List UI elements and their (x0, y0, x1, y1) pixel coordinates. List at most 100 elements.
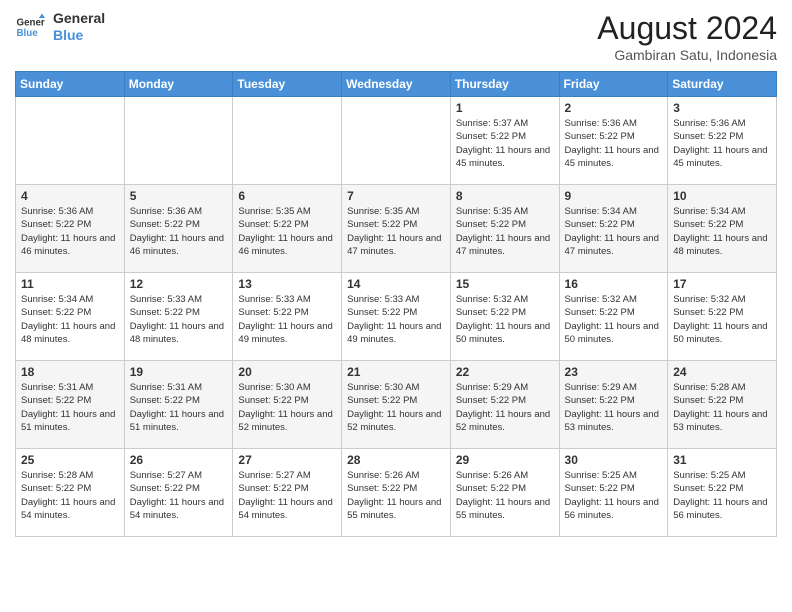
day-number: 17 (673, 277, 771, 291)
calendar-cell: 9Sunrise: 5:34 AM Sunset: 5:22 PM Daylig… (559, 185, 668, 273)
day-number: 9 (565, 189, 663, 203)
day-number: 21 (347, 365, 445, 379)
header-thursday: Thursday (450, 72, 559, 97)
calendar-cell: 25 Sunrise: 5:28 AM Sunset: 5:22 PM Dayli… (16, 449, 125, 537)
day-number: 7 (347, 189, 445, 203)
calendar-page: General Blue General Blue August 2024 Ga… (0, 0, 792, 612)
day-info: Sunrise: 5:25 AM Sunset: 5:22 PM Dayligh… (673, 469, 771, 522)
calendar-cell: 14 Sunrise: 5:33 AM Sunset: 5:22 PM Dayli… (342, 273, 451, 361)
day-number: 1 (456, 101, 554, 115)
calendar-cell: 2 Sunrise: 5:36 AM Sunset: 5:22 PM Daylig… (559, 97, 668, 185)
title-block: August 2024 Gambiran Satu, Indonesia (597, 10, 777, 63)
day-number: 4 (21, 189, 119, 203)
location-subtitle: Gambiran Satu, Indonesia (597, 47, 777, 63)
calendar-cell: 27 Sunrise: 5:27 AM Sunset: 5:22 PM Dayli… (233, 449, 342, 537)
calendar-cell (342, 97, 451, 185)
day-info: Sunrise: 5:35 AM Sunset: 5:22 PM Dayligh… (238, 205, 336, 258)
day-number: 11 (21, 277, 119, 291)
day-number: 5 (130, 189, 228, 203)
day-number: 8 (456, 189, 554, 203)
day-number: 15 (456, 277, 554, 291)
day-info: Sunrise: 5:29 AM Sunset: 5:22 PM Dayligh… (456, 381, 554, 434)
day-number: 29 (456, 453, 554, 467)
day-number: 30 (565, 453, 663, 467)
day-info: Sunrise: 5:32 AM Sunset: 5:22 PM Dayligh… (456, 293, 554, 346)
day-number: 28 (347, 453, 445, 467)
day-number: 27 (238, 453, 336, 467)
calendar-cell: 6 Sunrise: 5:35 AM Sunset: 5:22 PM Daylig… (233, 185, 342, 273)
day-info: Sunrise: 5:34 AM Sunset: 5:22 PM Dayligh… (21, 293, 119, 346)
calendar-cell: 28 Sunrise: 5:26 AM Sunset: 5:22 PM Dayli… (342, 449, 451, 537)
day-info: Sunrise: 5:33 AM Sunset: 5:22 PM Dayligh… (238, 293, 336, 346)
month-year-title: August 2024 (597, 10, 777, 47)
day-info: Sunrise: 5:31 AM Sunset: 5:22 PM Dayligh… (21, 381, 119, 434)
logo-general: General (53, 10, 105, 27)
day-info: Sunrise: 5:29 AM Sunset: 5:22 PM Dayligh… (565, 381, 663, 434)
day-info: Sunrise: 5:36 AM Sunset: 5:22 PM Dayligh… (130, 205, 228, 258)
calendar-cell: 10 Sunrise: 5:34 AM Sunset: 5:22 PM Dayli… (668, 185, 777, 273)
calendar-cell: 8Sunrise: 5:35 AM Sunset: 5:22 PM Daylig… (450, 185, 559, 273)
day-info: Sunrise: 5:30 AM Sunset: 5:22 PM Dayligh… (238, 381, 336, 434)
day-number: 18 (21, 365, 119, 379)
day-number: 25 (21, 453, 119, 467)
day-info: Sunrise: 5:32 AM Sunset: 5:22 PM Dayligh… (673, 293, 771, 346)
day-number: 23 (565, 365, 663, 379)
calendar-cell: 19 Sunrise: 5:31 AM Sunset: 5:22 PM Dayli… (124, 361, 233, 449)
day-number: 10 (673, 189, 771, 203)
day-info: Sunrise: 5:33 AM Sunset: 5:22 PM Dayligh… (347, 293, 445, 346)
calendar-cell: 4 Sunrise: 5:36 AM Sunset: 5:22 PM Daylig… (16, 185, 125, 273)
day-info: Sunrise: 5:31 AM Sunset: 5:22 PM Dayligh… (130, 381, 228, 434)
calendar-cell: 17 Sunrise: 5:32 AM Sunset: 5:22 PM Dayli… (668, 273, 777, 361)
calendar-week-row: 18 Sunrise: 5:31 AM Sunset: 5:22 PM Dayli… (16, 361, 777, 449)
logo-icon: General Blue (15, 12, 45, 42)
day-info: Sunrise: 5:37 AM Sunset: 5:22 PM Dayligh… (456, 117, 554, 170)
calendar-cell: 29 Sunrise: 5:26 AM Sunset: 5:22 PM Dayli… (450, 449, 559, 537)
calendar-cell: 7 Sunrise: 5:35 AM Sunset: 5:22 PM Daylig… (342, 185, 451, 273)
day-info: Sunrise: 5:36 AM Sunset: 5:22 PM Dayligh… (565, 117, 663, 170)
day-info: Sunrise: 5:28 AM Sunset: 5:22 PM Dayligh… (673, 381, 771, 434)
day-info: Sunrise: 5:26 AM Sunset: 5:22 PM Dayligh… (347, 469, 445, 522)
day-info: Sunrise: 5:35 AM Sunset: 5:22 PM Dayligh… (347, 205, 445, 258)
calendar-cell: 11 Sunrise: 5:34 AM Sunset: 5:22 PM Dayli… (16, 273, 125, 361)
day-number: 22 (456, 365, 554, 379)
day-info: Sunrise: 5:26 AM Sunset: 5:22 PM Dayligh… (456, 469, 554, 522)
calendar-cell: 1 Sunrise: 5:37 AM Sunset: 5:22 PM Daylig… (450, 97, 559, 185)
logo: General Blue General Blue (15, 10, 105, 44)
header-saturday: Saturday (668, 72, 777, 97)
calendar-cell: 20 Sunrise: 5:30 AM Sunset: 5:22 PM Dayli… (233, 361, 342, 449)
day-info: Sunrise: 5:32 AM Sunset: 5:22 PM Dayligh… (565, 293, 663, 346)
calendar-cell: 18 Sunrise: 5:31 AM Sunset: 5:22 PM Dayli… (16, 361, 125, 449)
day-number: 19 (130, 365, 228, 379)
calendar-cell: 15 Sunrise: 5:32 AM Sunset: 5:22 PM Dayli… (450, 273, 559, 361)
calendar-cell: 12Sunrise: 5:33 AM Sunset: 5:22 PM Dayli… (124, 273, 233, 361)
calendar-cell: 26 Sunrise: 5:27 AM Sunset: 5:22 PM Dayli… (124, 449, 233, 537)
day-info: Sunrise: 5:27 AM Sunset: 5:22 PM Dayligh… (130, 469, 228, 522)
day-number: 6 (238, 189, 336, 203)
day-info: Sunrise: 5:36 AM Sunset: 5:22 PM Dayligh… (21, 205, 119, 258)
page-header: General Blue General Blue August 2024 Ga… (15, 10, 777, 63)
day-info: Sunrise: 5:34 AM Sunset: 5:22 PM Dayligh… (673, 205, 771, 258)
day-info: Sunrise: 5:28 AM Sunset: 5:22 PM Dayligh… (21, 469, 119, 522)
calendar-cell: 31 Sunrise: 5:25 AM Sunset: 5:22 PM Dayli… (668, 449, 777, 537)
calendar-cell: 24 Sunrise: 5:28 AM Sunset: 5:22 PM Dayli… (668, 361, 777, 449)
day-number: 3 (673, 101, 771, 115)
calendar-cell: 21Sunrise: 5:30 AM Sunset: 5:22 PM Dayli… (342, 361, 451, 449)
day-number: 24 (673, 365, 771, 379)
day-number: 26 (130, 453, 228, 467)
day-number: 31 (673, 453, 771, 467)
day-number: 13 (238, 277, 336, 291)
calendar-cell: 23 Sunrise: 5:29 AM Sunset: 5:22 PM Dayli… (559, 361, 668, 449)
day-info: Sunrise: 5:33 AM Sunset: 5:22 PM Dayligh… (130, 293, 228, 346)
day-number: 20 (238, 365, 336, 379)
header-friday: Friday (559, 72, 668, 97)
calendar-week-row: 1 Sunrise: 5:37 AM Sunset: 5:22 PM Daylig… (16, 97, 777, 185)
day-info: Sunrise: 5:27 AM Sunset: 5:22 PM Dayligh… (238, 469, 336, 522)
day-number: 2 (565, 101, 663, 115)
day-number: 14 (347, 277, 445, 291)
header-monday: Monday (124, 72, 233, 97)
logo-blue: Blue (53, 27, 105, 44)
calendar-cell (16, 97, 125, 185)
calendar-cell: 30Sunrise: 5:25 AM Sunset: 5:22 PM Dayli… (559, 449, 668, 537)
calendar-cell (233, 97, 342, 185)
calendar-week-row: 11 Sunrise: 5:34 AM Sunset: 5:22 PM Dayli… (16, 273, 777, 361)
